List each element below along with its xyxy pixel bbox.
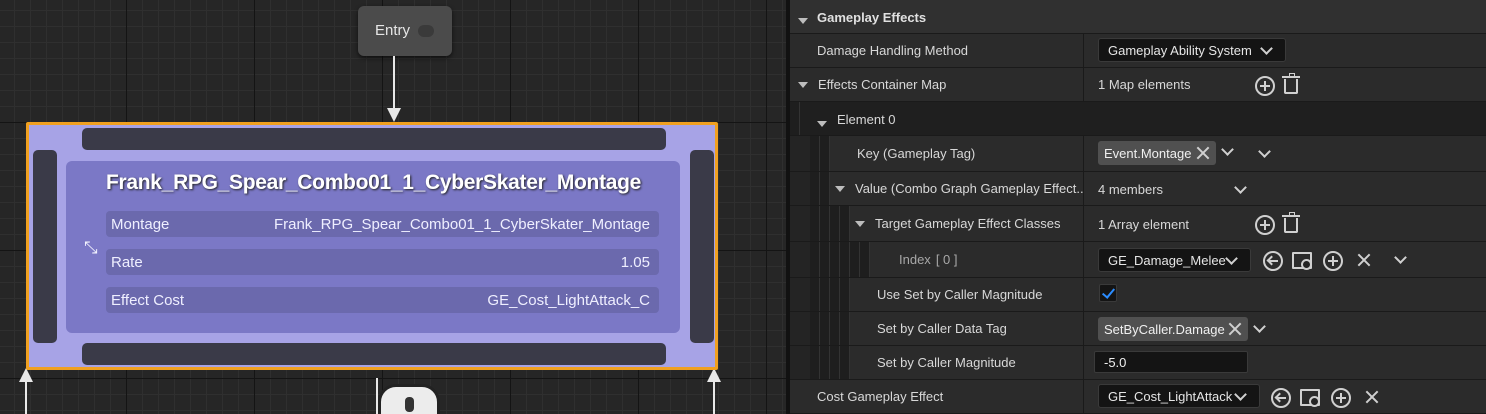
create-asset-icon[interactable] — [1331, 388, 1351, 408]
node-property-montage: Montage Frank_RPG_Spear_Combo01_1_CyberS… — [106, 211, 659, 237]
incoming-wire-left — [25, 380, 27, 414]
tag-picker-chevron-icon[interactable] — [1253, 320, 1266, 333]
damage-handling-dropdown[interactable]: Gameplay Ability System — [1098, 38, 1286, 62]
checkmark-icon — [1101, 285, 1116, 299]
chevron-down-icon — [1260, 42, 1273, 55]
expand-chevron-icon[interactable] — [1234, 181, 1247, 194]
entry-node-label: Entry — [375, 22, 411, 39]
node-body: Frank_RPG_Spear_Combo01_1_CyberSkater_Mo… — [66, 161, 680, 333]
property-key: Montage — [111, 216, 170, 233]
map-element-count: 1 Map elements — [1098, 77, 1191, 92]
cost-gameplay-effect-dropdown[interactable]: GE_Cost_LightAttack — [1098, 384, 1260, 408]
clear-array-icon[interactable] — [1282, 212, 1300, 233]
category-title: Gameplay Effects — [817, 10, 927, 25]
row-key-gameplay-tag: Key (Gameplay Tag) Event.Montage — [790, 136, 1486, 172]
gameplay-effect-class-dropdown[interactable]: GE_Damage_Melee — [1098, 248, 1251, 272]
category-gameplay-effects[interactable]: Gameplay Effects — [790, 0, 1486, 34]
property-value: GE_Cost_LightAttack_C — [487, 292, 650, 309]
gameplay-tag-chip[interactable]: SetByCaller.Damage — [1098, 317, 1248, 341]
property-label: Use Set by Caller Magnitude — [877, 287, 1043, 302]
mouse-icon — [378, 384, 440, 414]
clear-elements-icon[interactable] — [1282, 73, 1300, 94]
remove-tag-icon[interactable] — [1196, 146, 1210, 160]
tag-picker-chevron-icon[interactable] — [1221, 143, 1234, 156]
magnitude-number-field[interactable]: -5.0 — [1094, 351, 1248, 373]
remove-tag-icon[interactable] — [1228, 322, 1242, 336]
row-target-gameplay-effect-classes: Target Gameplay Effect Classes 1 Array e… — [790, 206, 1486, 242]
collapse-caret-icon[interactable] — [798, 81, 808, 88]
row-value-struct: Value (Combo Graph Gameplay Effect... 4 … — [790, 172, 1486, 206]
index-number: [ 0 ] — [935, 252, 958, 267]
montage-node[interactable]: Frank_RPG_Spear_Combo01_1_CyberSkater_Mo… — [26, 122, 718, 370]
clear-asset-icon[interactable] — [1365, 390, 1379, 404]
node-property-effect-cost: Effect Cost GE_Cost_LightAttack_C — [106, 287, 659, 313]
node-property-rate: Rate 1.05 — [106, 249, 659, 275]
property-label: Value (Combo Graph Gameplay Effect... — [855, 181, 1088, 196]
element-label: Element 0 — [837, 112, 896, 127]
incoming-arrow-left — [19, 368, 33, 382]
gameplay-tag-chip[interactable]: Event.Montage — [1098, 141, 1216, 165]
chevron-down-icon — [1225, 252, 1238, 265]
remove-element-icon[interactable] — [1357, 253, 1371, 267]
incoming-arrow-right — [707, 368, 721, 382]
graph-canvas[interactable]: Entry Frank_RPG_Spear_Combo01_1_CyberSka… — [0, 0, 786, 414]
collapse-caret-icon[interactable] — [855, 220, 865, 227]
entry-node[interactable]: Entry — [358, 6, 452, 56]
entry-output-pin[interactable] — [418, 25, 434, 37]
browse-asset-icon[interactable] — [1292, 252, 1312, 270]
member-count: 4 members — [1098, 182, 1164, 197]
insert-element-icon[interactable] — [1323, 251, 1343, 271]
index-label: Index — [899, 252, 931, 267]
row-set-by-caller-magnitude: Set by Caller Magnitude -5.0 — [790, 346, 1486, 380]
details-panel: Gameplay Effects Damage Handling Method … — [790, 0, 1486, 414]
property-label: Set by Caller Magnitude — [877, 355, 1016, 370]
row-use-set-by-caller-magnitude: Use Set by Caller Magnitude — [790, 278, 1486, 312]
property-label: Cost Gameplay Effect — [817, 389, 944, 404]
entry-connection-wire — [393, 56, 395, 114]
add-element-icon[interactable] — [1255, 76, 1275, 96]
property-label: Target Gameplay Effect Classes — [875, 216, 1061, 231]
array-element-count: 1 Array element — [1098, 217, 1190, 232]
expand-chevron-icon[interactable] — [1258, 145, 1271, 158]
property-value: 1.05 — [620, 254, 650, 271]
collapse-caret-icon[interactable] — [798, 18, 808, 24]
collapse-caret-icon[interactable] — [817, 121, 827, 127]
montage-node-icon: ⤡ — [84, 238, 98, 257]
node-title: Frank_RPG_Spear_Combo01_1_CyberSkater_Mo… — [106, 171, 642, 194]
collapse-caret-icon[interactable] — [835, 185, 845, 192]
incoming-wire-right — [713, 380, 715, 414]
property-label: Effects Container Map — [818, 77, 947, 92]
use-selected-asset-icon[interactable] — [1271, 388, 1291, 408]
property-key: Effect Cost — [111, 292, 185, 309]
use-set-by-caller-checkbox[interactable] — [1099, 284, 1117, 302]
row-effects-container-map: Effects Container Map 1 Map elements — [790, 68, 1486, 102]
property-label: Damage Handling Method — [817, 43, 969, 58]
property-value: Frank_RPG_Spear_Combo01_1_CyberSkater_Mo… — [273, 216, 650, 233]
element-options-chevron-icon[interactable] — [1394, 251, 1407, 264]
property-key: Rate — [111, 254, 143, 271]
property-label: Key (Gameplay Tag) — [857, 146, 976, 161]
entry-connection-arrow — [387, 108, 401, 122]
node-output-pin-area[interactable] — [82, 343, 666, 365]
property-label: Set by Caller Data Tag — [877, 321, 1007, 336]
browse-asset-icon[interactable] — [1300, 389, 1320, 407]
add-array-element-icon[interactable] — [1255, 215, 1275, 235]
row-array-index-0: Index [ 0 ] GE_Damage_Melee — [790, 242, 1486, 278]
node-right-pin-area[interactable] — [690, 150, 714, 343]
row-set-by-caller-data-tag: Set by Caller Data Tag SetByCaller.Damag… — [790, 312, 1486, 346]
use-selected-asset-icon[interactable] — [1263, 251, 1283, 271]
row-element-0[interactable]: Element 0 — [790, 102, 1486, 136]
node-input-pin-area[interactable] — [82, 128, 666, 150]
chevron-down-icon — [1234, 388, 1247, 401]
node-left-pin-area[interactable] — [33, 150, 57, 343]
row-damage-handling-method: Damage Handling Method Gameplay Ability … — [790, 34, 1486, 68]
row-cost-gameplay-effect: Cost Gameplay Effect GE_Cost_LightAttack — [790, 380, 1486, 414]
